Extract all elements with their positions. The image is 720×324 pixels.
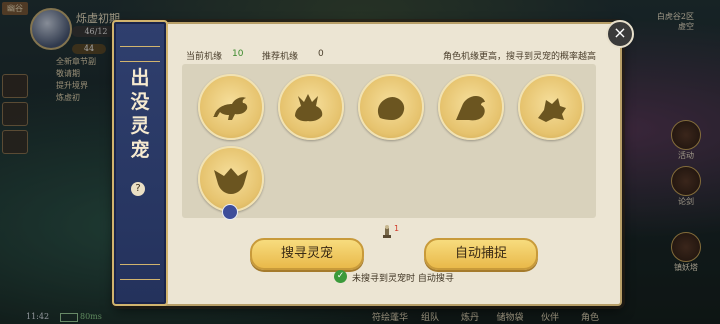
- pet-silhouette-icon: [213, 97, 248, 120]
- pet-silhouette-icon: [377, 96, 405, 120]
- recommended-luck-label: 推荐机缘: [262, 52, 299, 62]
- title-char: 宠: [130, 139, 150, 161]
- luck-info-row: 当前机缘 10 推荐机缘 0 角色机缘更高，搜寻到灵宠的概率越高: [186, 49, 596, 63]
- search-pet-button[interactable]: 搜寻灵宠: [250, 238, 364, 270]
- banner-ornament-top: [120, 46, 160, 62]
- panel-title-banner: 出 没 灵 宠 ?: [112, 20, 168, 306]
- element-badge-icon: [222, 204, 238, 220]
- luck-hint: 角色机缘更高，搜寻到灵宠的概率越高: [442, 52, 596, 62]
- close-icon[interactable]: ×: [606, 20, 634, 48]
- checkmark-icon[interactable]: ✓: [334, 270, 347, 283]
- pet-slot-5[interactable]: [518, 74, 584, 140]
- pet-silhouette-icon: [538, 98, 566, 122]
- pet-slot-2[interactable]: [278, 74, 344, 140]
- current-luck-label: 当前机缘: [186, 52, 223, 62]
- lamp-icon: [383, 225, 391, 238]
- current-luck-value: 10: [232, 49, 244, 59]
- help-icon[interactable]: ?: [131, 182, 145, 196]
- pet-silhouette-icon: [214, 168, 248, 194]
- title-char: 出: [130, 67, 150, 89]
- recommended-luck-value: 0: [318, 49, 324, 59]
- pet-slot-1[interactable]: [198, 74, 264, 140]
- title-char: 灵: [130, 115, 150, 137]
- panel-title: 出 没 灵 宠: [114, 66, 166, 162]
- pet-slot-6[interactable]: [198, 146, 264, 220]
- auto-catch-button[interactable]: 自动捕捉: [424, 238, 538, 270]
- pet-slot-3[interactable]: [358, 74, 424, 140]
- banner-ornament-bottom: [120, 264, 160, 280]
- auto-search-label: 未搜寻到灵宠时 自动搜寻: [352, 274, 454, 284]
- title-char: 没: [130, 91, 150, 113]
- pet-silhouette-icon: [295, 94, 323, 122]
- pet-silhouette-icon: [456, 96, 485, 121]
- pet-grid: [182, 64, 596, 220]
- pet-slot-4[interactable]: [438, 74, 504, 140]
- lamp-count: 1: [394, 224, 400, 233]
